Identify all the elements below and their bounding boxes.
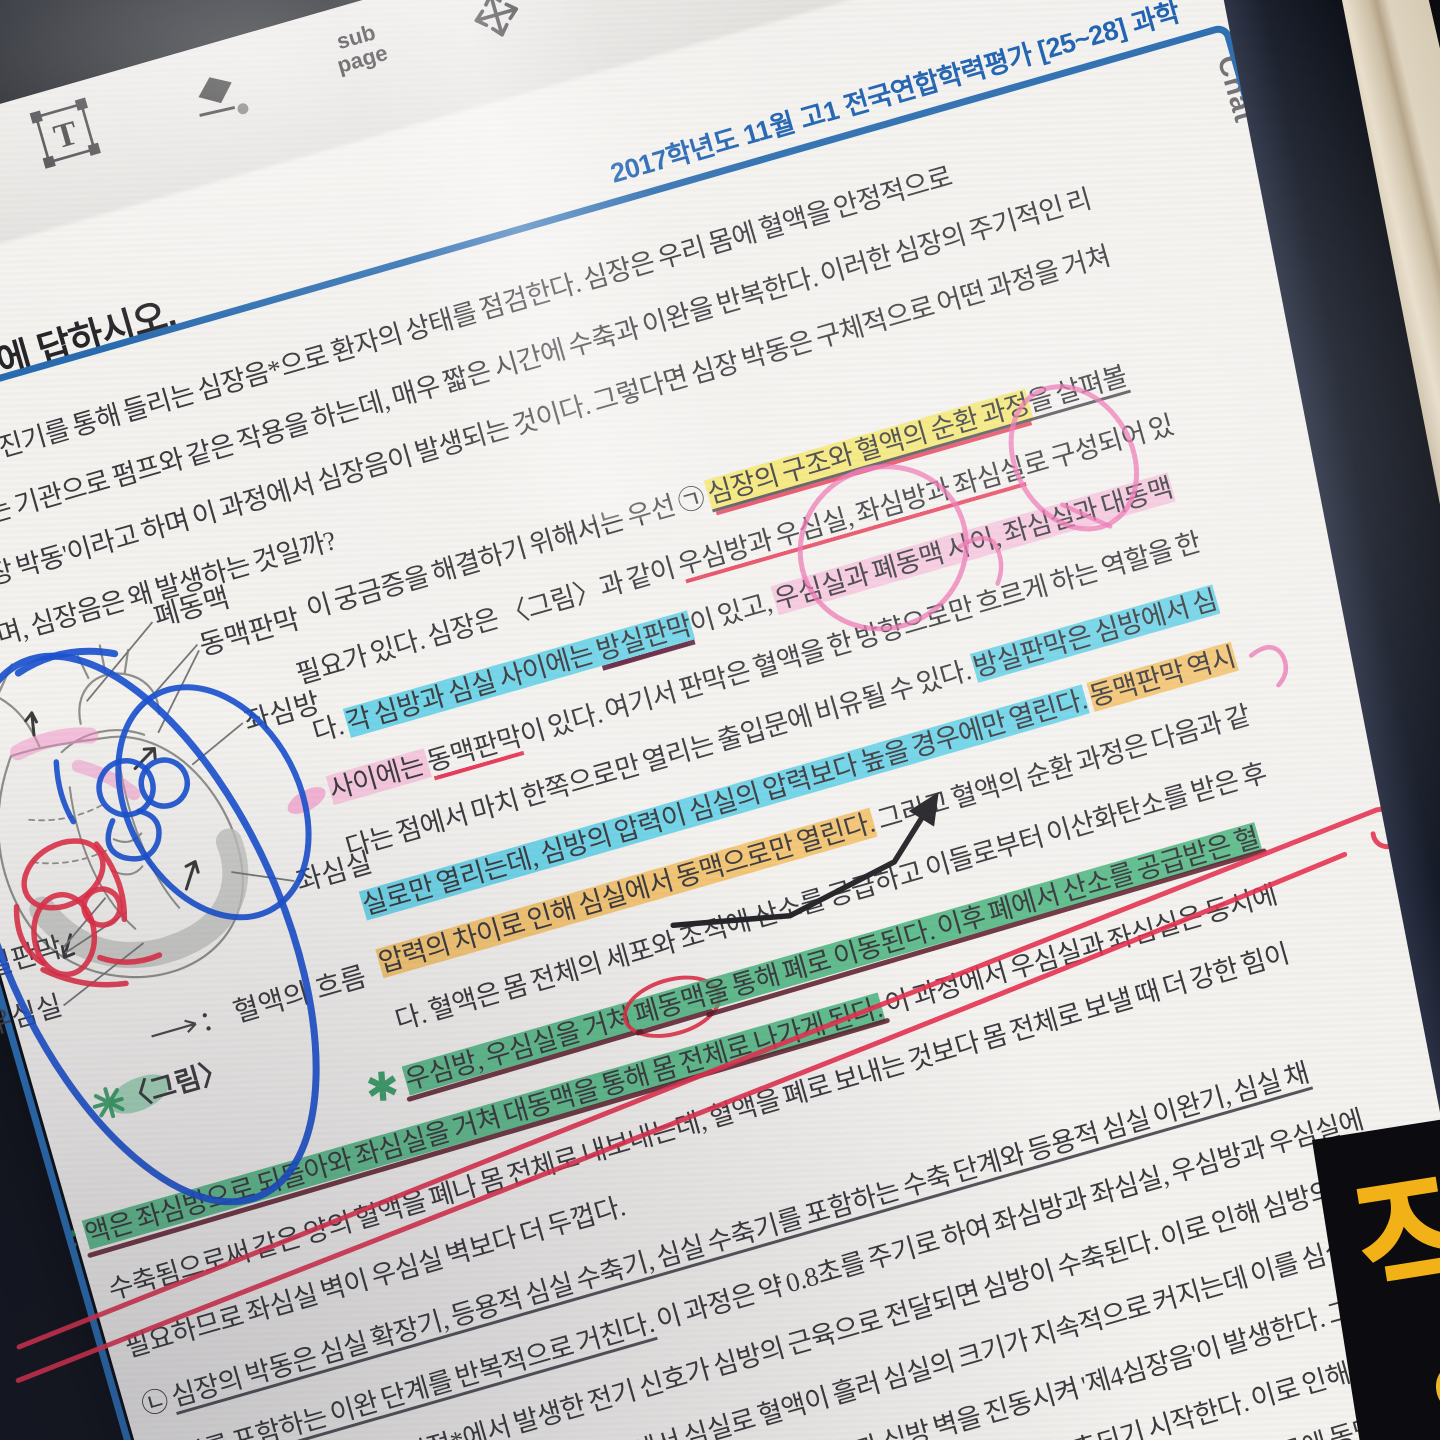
sub-page-button[interactable]: sub page	[307, 13, 412, 84]
passage-segment: 이 있고,	[687, 586, 780, 639]
book-cover-glyph: 직	[1345, 1159, 1440, 1331]
tablet-screen: T sub page	[0, 0, 1440, 1440]
document-page: 2017학년도 11월 고1 전국연합학력평가 [25~28] 과학 ※ 다음 …	[0, 0, 1440, 1440]
text-tool-icon: T	[26, 94, 105, 173]
passage-segment: 방실판막	[593, 610, 695, 666]
move-tool-button[interactable]	[460, 0, 533, 55]
photo-of-tablet: 절 T sub page	[0, 0, 1440, 1440]
text-tool-button[interactable]: T	[26, 94, 107, 178]
svg-text:T: T	[50, 114, 82, 156]
label-right-ventricle: 우심실	[0, 990, 66, 1041]
passage-segment: 폐동맥	[630, 981, 708, 1030]
passage-segment: 동맥판막	[423, 721, 525, 777]
book-cover-glyph: 업	[1426, 1344, 1440, 1440]
eraser-icon	[185, 67, 243, 123]
move-icon	[460, 0, 532, 51]
green-star-mark: ✱	[44, 1211, 81, 1273]
figure-legend: ： 혈액의 흐름	[196, 961, 370, 1038]
figure-caption: 〈그림〉	[119, 1054, 231, 1113]
eraser-button[interactable]	[185, 67, 245, 127]
